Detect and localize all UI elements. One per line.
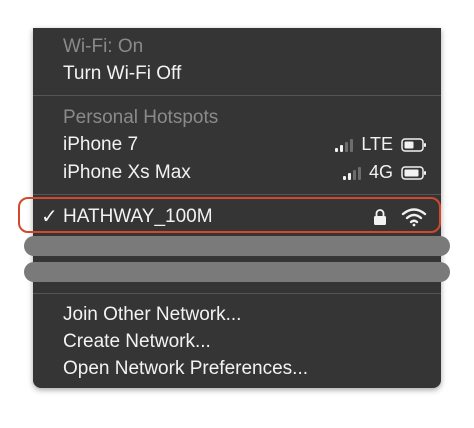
hotspot-item-iphone-7[interactable]: iPhone 7 LTE [33, 131, 441, 158]
signal-strength-icon [335, 138, 354, 152]
menu-separator [33, 194, 441, 195]
turn-wifi-off-item[interactable]: Turn Wi-Fi Off [33, 60, 441, 87]
hotspot-name: iPhone 7 [63, 133, 139, 155]
personal-hotspots-header: Personal Hotspots [63, 106, 219, 128]
redacted-network-item [24, 262, 450, 282]
battery-icon [401, 137, 426, 152]
network-type-label: LTE [361, 134, 393, 154]
create-network-item[interactable]: Create Network... [33, 328, 441, 355]
network-type-label: 4G [368, 162, 393, 182]
hotspot-name: iPhone Xs Max [63, 161, 191, 183]
menu-separator [33, 293, 441, 294]
battery-icon [401, 165, 426, 180]
wifi-status-label: Wi-Fi: On [63, 35, 144, 57]
highlight-outline [18, 197, 441, 233]
signal-strength-icon [342, 166, 361, 180]
hotspot-item-iphone-xs-max[interactable]: iPhone Xs Max 4G [33, 159, 441, 186]
redacted-network-item [24, 236, 450, 256]
open-network-preferences-item[interactable]: Open Network Preferences... [33, 355, 441, 382]
join-other-network-item[interactable]: Join Other Network... [33, 301, 441, 328]
menu-separator [33, 95, 441, 96]
